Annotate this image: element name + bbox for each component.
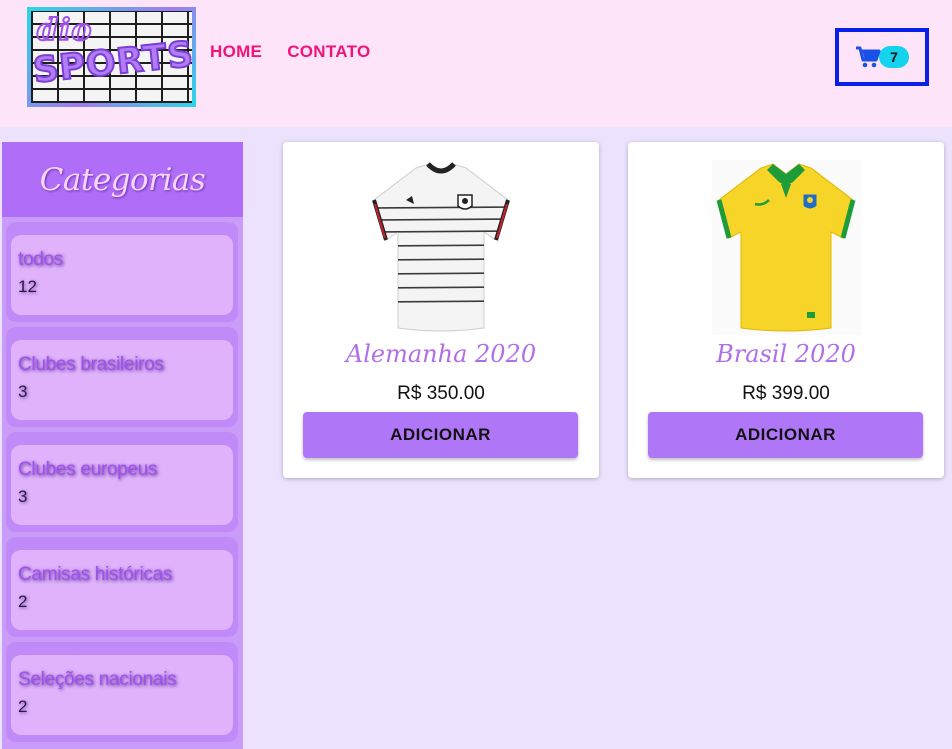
category-item-selecoes-nacionais[interactable]: Seleções nacionais 2	[6, 642, 238, 742]
category-card[interactable]: Clubes europeus 3	[11, 445, 233, 525]
cart-button[interactable]: 7	[835, 28, 929, 86]
category-item-camisas-historicas[interactable]: Camisas históricas 2	[6, 537, 238, 637]
product-card-brasil: Brasil 2020 R$ 399.00 ADICIONAR	[628, 142, 944, 478]
cart-count-badge: 7	[879, 46, 909, 68]
category-item-todos[interactable]: todos 12	[6, 222, 238, 322]
add-to-cart-button[interactable]: ADICIONAR	[648, 412, 923, 458]
category-card[interactable]: Clubes brasileiros 3	[11, 340, 233, 420]
add-to-cart-button[interactable]: ADICIONAR	[303, 412, 578, 458]
product-image-brazil-jersey	[711, 160, 861, 335]
product-image-germany-jersey	[366, 160, 516, 335]
site-header: dio SPORTS HOME CONTATO 7	[0, 0, 952, 127]
nav-contato-link[interactable]: CONTATO	[287, 42, 370, 62]
product-price: R$ 350.00	[397, 383, 485, 404]
category-count: 12	[18, 277, 37, 296]
category-card[interactable]: Seleções nacionais 2	[11, 655, 233, 735]
category-item-clubes-brasileiros[interactable]: Clubes brasileiros 3	[6, 327, 238, 427]
product-card-alemanha: Alemanha 2020 R$ 350.00 ADICIONAR	[283, 142, 599, 478]
main-nav: HOME CONTATO	[210, 42, 371, 62]
logo-brick-background: dio SPORTS	[31, 11, 192, 103]
category-count: 3	[18, 382, 28, 401]
sidebar-title: Categorias	[39, 161, 206, 198]
category-count: 2	[18, 697, 28, 716]
sidebar-title-bar: Categorias	[2, 142, 243, 217]
product-name: Alemanha 2020	[345, 340, 537, 368]
product-name: Brasil 2020	[716, 340, 856, 368]
category-name: todos	[18, 249, 63, 270]
category-item-clubes-europeus[interactable]: Clubes europeus 3	[6, 432, 238, 532]
dio-sports-logo[interactable]: dio SPORTS	[27, 7, 196, 107]
category-name: Clubes brasileiros	[18, 354, 164, 375]
category-name: Seleções nacionais	[18, 669, 177, 690]
cart-icon	[855, 46, 881, 68]
category-card[interactable]: Camisas históricas 2	[11, 550, 233, 630]
nav-home-link[interactable]: HOME	[210, 42, 262, 62]
category-count: 2	[18, 592, 28, 611]
logo-top-text: dio	[36, 12, 93, 49]
category-name: Camisas históricas	[18, 564, 173, 585]
category-card[interactable]: todos 12	[11, 235, 233, 315]
category-count: 3	[18, 487, 28, 506]
category-name: Clubes europeus	[18, 459, 158, 480]
categories-sidebar: Categorias todos 12 Clubes brasileiros 3…	[2, 142, 243, 749]
product-price: R$ 399.00	[742, 383, 830, 404]
